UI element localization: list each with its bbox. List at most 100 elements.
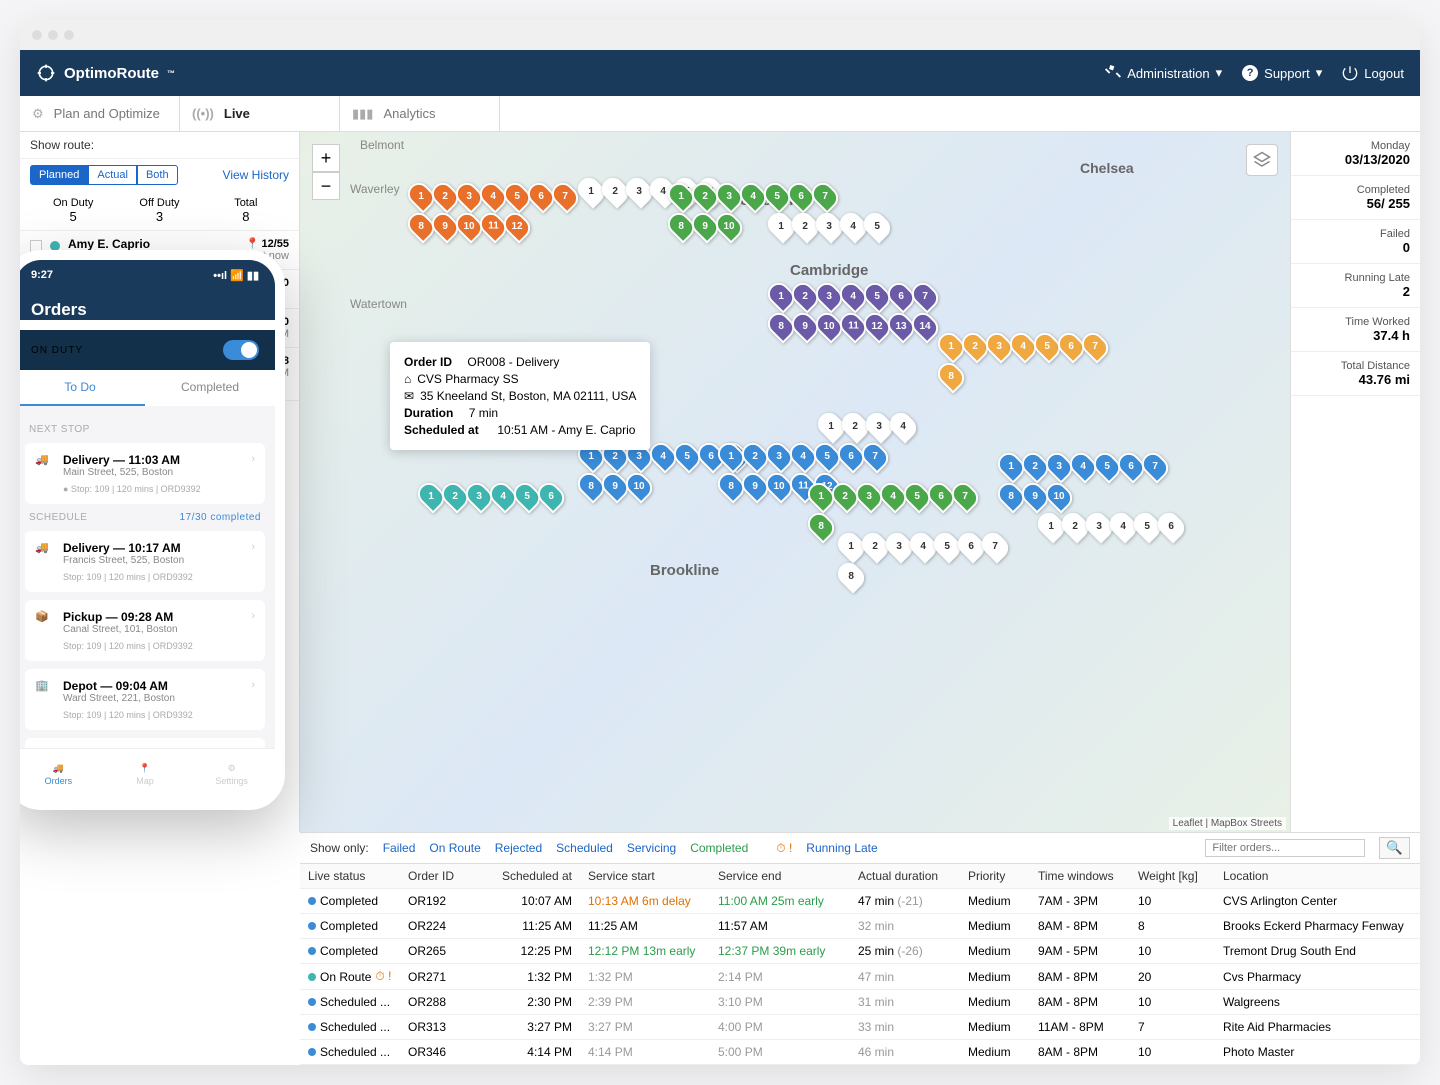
chevron-right-icon: › [251,453,255,465]
admin-menu[interactable]: Administration ▾ [1105,65,1222,81]
map-marker[interactable]: 6 [1153,508,1188,543]
delivery-icon: 🚚 [35,541,53,554]
filter-both[interactable]: Both [137,165,178,185]
map-popup: Order ID OR008 - Delivery ⌂CVS Pharmacy … [390,342,650,450]
table-row[interactable]: Scheduled ... OR313 3:27 PM 3:27 PM 4:00… [300,1015,1420,1040]
map-marker[interactable]: 7 [857,438,892,473]
mobile-preview: 9:27 ••ıl 📶 ▮▮ Orders ON DUTY To Do Comp… [20,250,285,810]
mobile-tab-todo[interactable]: To Do [20,370,145,406]
marker-cluster[interactable]: 12345678 [940,332,1120,390]
mobile-card[interactable]: 📦 Pickup — 09:28 AM Canal Street, 101, B… [25,600,265,661]
app-logo[interactable]: OptimoRoute™ [36,63,175,83]
gear-icon: ⚙ [228,763,236,774]
filter-running-late[interactable]: Running Late [806,841,877,855]
marker-cluster[interactable]: 12345 [770,212,888,240]
map-marker[interactable]: 7 [947,478,982,513]
map-marker[interactable]: 7 [547,178,582,213]
search-button[interactable]: 🔍 [1379,837,1410,859]
mobile-card[interactable]: 🚚 Delivery — 10:17 AM Francis Street, 52… [25,531,265,592]
home-icon: ⌂ [404,372,411,386]
mobile-tab-settings[interactable]: ⚙Settings [188,749,275,800]
orders-table: Show only: Failed On Route Rejected Schedul… [300,832,1420,1065]
clock-warning-icon: ⏱ ! [375,969,391,984]
filter-link-servicing[interactable]: Servicing [627,841,676,855]
filter-link-rejected[interactable]: Rejected [495,841,542,855]
marker-cluster[interactable]: 123456 [420,482,562,510]
chevron-down-icon: ▾ [1216,65,1223,81]
filter-planned[interactable]: Planned [30,165,88,185]
depot-icon: 🏢 [35,679,53,692]
pin-icon: 📍 [139,763,150,774]
filter-actual[interactable]: Actual [88,165,137,185]
table-row[interactable]: Scheduled ... OR346 4:14 PM 4:14 PM 5:00… [300,1040,1420,1065]
map-marker[interactable]: 7 [807,178,842,213]
map-marker[interactable]: 12 [499,208,534,243]
stat-box: Monday03/13/2020 [1291,132,1420,176]
filter-link-completed[interactable]: Completed [690,841,748,855]
marker-cluster[interactable]: 12345678 [840,532,1020,590]
map-marker[interactable]: 14 [907,308,942,343]
map-marker[interactable]: 8 [933,358,968,393]
mobile-tab-completed[interactable]: Completed [145,370,275,406]
tab-live[interactable]: ((•)) Live [180,96,340,131]
marker-cluster[interactable]: 12345678910 [1000,452,1180,510]
mobile-card[interactable]: 🚚 Delivery — 11:03 AM Main Street, 525, … [25,443,265,504]
pin-icon: 📍 [246,237,260,250]
barchart-icon: ▮▮▮ [352,106,373,122]
map-marker[interactable]: 10 [1041,478,1076,513]
map-marker[interactable]: 7 [1137,448,1172,483]
table-row[interactable]: On Route ⏱ ! OR271 1:32 PM 1:32 PM 2:14 … [300,964,1420,990]
map-marker[interactable]: 10 [621,468,656,503]
filter-link-failed[interactable]: Failed [383,841,416,855]
chevron-down-icon: ▾ [1316,65,1323,81]
map-marker[interactable]: 7 [907,278,942,313]
map-marker[interactable]: 4 [885,408,920,443]
layers-button[interactable] [1246,144,1278,176]
secondary-nav: ⚙ Plan and Optimize ((•)) Live ▮▮▮ Analy… [20,96,1420,132]
mobile-onduty-label: ON DUTY [31,345,83,356]
table-row[interactable]: Completed OR192 10:07 AM 10:13 AM 6m del… [300,889,1420,914]
app-name: OptimoRoute [64,65,159,82]
marker-cluster[interactable]: 1234 [820,412,914,440]
mail-icon: ✉ [404,389,414,403]
map-marker[interactable]: 8 [803,508,838,543]
marker-cluster[interactable]: 123456789101112 [410,182,590,240]
view-history-link[interactable]: View History [223,168,289,182]
tools-icon [1105,65,1121,81]
marker-cluster[interactable]: 123456 [1040,512,1182,540]
table-row[interactable]: Completed OR224 11:25 AM 11:25 AM 11:57 … [300,914,1420,939]
map-marker[interactable]: 6 [533,478,568,513]
mobile-tab-map[interactable]: 📍Map [102,749,189,800]
status-dot [308,897,316,905]
support-menu[interactable]: ? Support ▾ [1242,65,1322,81]
stat-box: Completed56/ 255 [1291,176,1420,220]
mobile-tab-orders[interactable]: 🚚Orders [20,749,102,800]
tab-analytics[interactable]: ▮▮▮ Analytics [340,96,500,131]
mobile-duty-toggle[interactable] [223,340,259,360]
chevron-right-icon: › [251,610,255,622]
mobile-card[interactable]: 🏢 Depot — 09:04 AM Ward Street, 221, Bos… [25,669,265,730]
map[interactable]: + − Belmont Waverley Watertown Somervill… [300,132,1290,832]
logout-button[interactable]: Logout [1342,65,1404,81]
map-marker[interactable]: 5 [859,208,894,243]
filter-orders-input[interactable] [1205,839,1365,857]
stats-panel: Monday03/13/2020Completed56/ 255Failed0R… [1290,132,1420,832]
truck-icon: 🚚 [53,763,64,774]
driver-name: Amy E. Caprio [68,237,204,251]
zoom-in-button[interactable]: + [312,144,340,172]
zoom-out-button[interactable]: − [312,172,340,200]
marker-cluster[interactable]: 1234567891011121314 [770,282,950,340]
filter-link-scheduled[interactable]: Scheduled [556,841,613,855]
map-marker[interactable]: 10 [711,208,746,243]
tab-plan[interactable]: ⚙ Plan and Optimize [20,96,180,131]
map-marker[interactable]: 7 [977,528,1012,563]
show-only-label: Show only: [310,841,369,855]
table-row[interactable]: Scheduled ... OR288 2:30 PM 2:39 PM 3:10… [300,990,1420,1015]
map-marker[interactable]: 8 [833,558,868,593]
stat-box: Running Late2 [1291,264,1420,308]
stat-box: Total Distance43.76 mi [1291,352,1420,396]
table-row[interactable]: Completed OR265 12:25 PM 12:12 PM 13m ea… [300,939,1420,964]
map-attribution: Leaflet | MapBox Streets [1169,817,1286,830]
map-marker[interactable]: 7 [1077,328,1112,363]
filter-link-on-route[interactable]: On Route [429,841,480,855]
